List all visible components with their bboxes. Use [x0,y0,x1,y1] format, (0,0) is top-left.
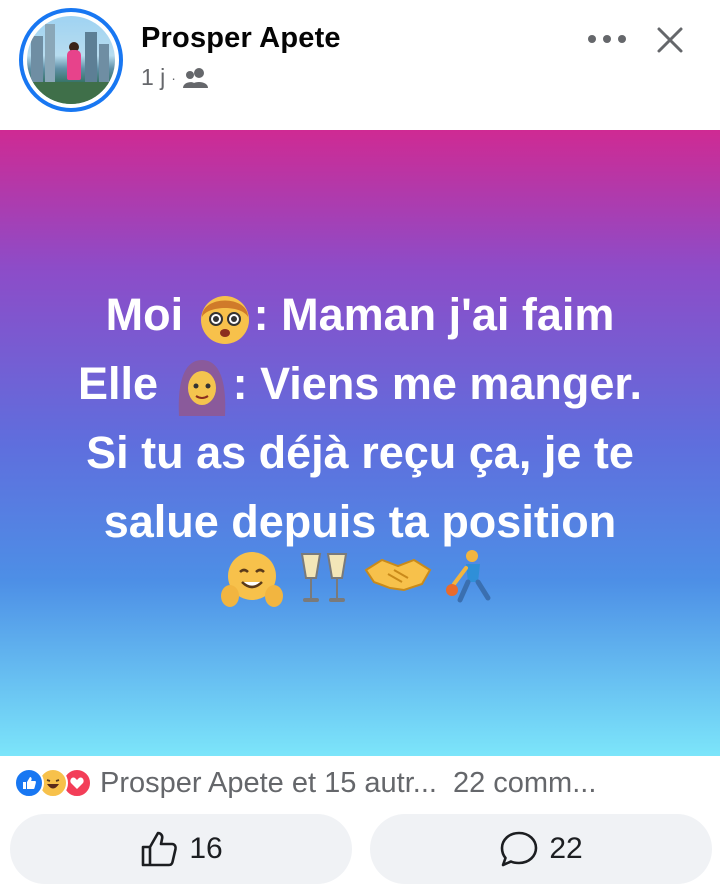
friends-icon[interactable] [182,67,210,89]
post-line-2: Elle : Viens me manger. [0,349,720,418]
reaction-icons [14,768,100,798]
comment-button[interactable]: 22 [370,814,712,884]
post-line-1: Moi : Maman j'ai faim [0,280,720,349]
comments-count[interactable]: 22 comm... [453,767,596,800]
post-emoji-row [0,548,720,610]
child-face-icon [200,296,249,345]
author-avatar[interactable] [19,8,123,112]
like-reaction-icon [14,768,44,798]
comment-bubble-icon [501,831,538,867]
post-line-4: salue depuis ta position [103,496,617,548]
meta-separator: · [171,69,176,86]
author-name[interactable]: Prosper Apete [141,22,341,55]
clinking-glasses-icon [300,553,348,602]
post-time[interactable]: 1 j [141,64,165,91]
more-options-button[interactable] [584,24,630,54]
post-meta: 1 j · [141,64,210,91]
like-button[interactable]: 16 [10,814,352,884]
post-line-3: Si tu as déjà reçu ça, je te [86,427,634,479]
thumbs-up-icon [142,831,178,867]
comment-count: 22 [549,832,583,865]
woman-headscarf-icon [178,360,225,417]
post-header: Prosper Apete 1 j · [0,0,720,130]
reactions-summary[interactable]: Prosper Apete et 15 autr... 22 comm... [14,766,714,800]
like-count: 16 [189,832,223,865]
reactions-text[interactable]: Prosper Apete et 15 autr... [100,767,437,800]
handshake-icon [364,558,432,592]
avatar-photo [27,16,115,104]
hugging-face-icon [221,552,283,607]
person-bouncing-ball-icon [446,550,491,603]
post-text: Moi : Maman j'ai faim Elle : Viens me ma… [0,280,720,556]
more-dots-icon [588,35,596,43]
close-icon[interactable] [652,22,688,58]
